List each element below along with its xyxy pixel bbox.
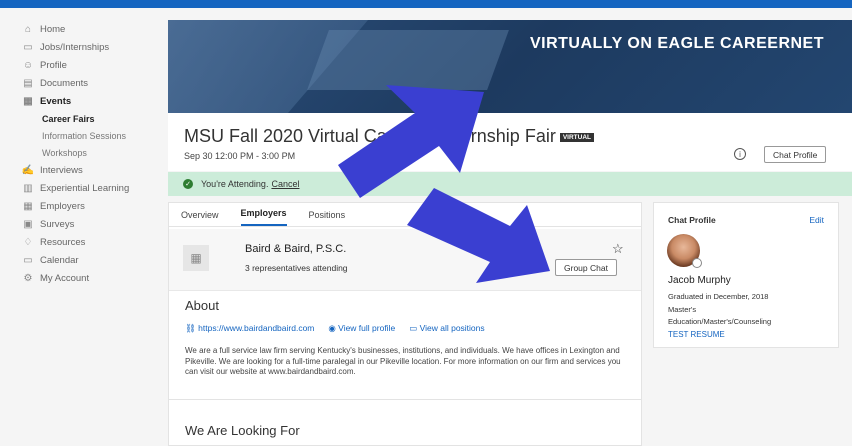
sidebar-item-label: Jobs/Internships: [40, 41, 110, 53]
representatives-count: 3 representatives attending: [245, 263, 348, 273]
gear-icon: ⚙: [23, 272, 33, 284]
sidebar-item-resources[interactable]: ♢ Resources: [0, 233, 168, 251]
banner-title: VIRTUALLY ON EAGLE CAREERNET: [529, 35, 824, 52]
building-icon: ▦: [23, 200, 33, 212]
calendar-icon: ▭: [23, 254, 33, 266]
sidebar-item-surveys[interactable]: ▣ Surveys: [0, 215, 168, 233]
learning-icon: ▥: [23, 182, 33, 194]
sidebar-item-label: Experiential Learning: [40, 182, 130, 194]
attending-text: You're Attending.: [201, 179, 269, 189]
sidebar-item-home[interactable]: ⌂ Home: [0, 20, 168, 38]
sidebar-item-profile[interactable]: ☺ Profile: [0, 56, 168, 74]
banner-decoration: [307, 30, 509, 90]
sidebar-item-documents[interactable]: ▤ Documents: [0, 74, 168, 92]
tab-bar: Overview Employers Positions: [169, 203, 641, 227]
sidebar-item-calendar[interactable]: ▭ Calendar: [0, 251, 168, 269]
sidebar-item-label: My Account: [40, 272, 90, 284]
document-icon: ▤: [23, 77, 33, 89]
calendar-icon: ▦: [23, 95, 33, 107]
handshake-icon: ✍: [21, 164, 35, 176]
sidebar-item-workshops[interactable]: Workshops: [0, 144, 168, 161]
sidebar-item-label: Resources: [40, 236, 86, 248]
employer-card: Overview Employers Positions ▦ Baird & B…: [168, 202, 642, 446]
sidebar-item-events[interactable]: ▦ Events: [0, 92, 168, 110]
employer-name[interactable]: Baird & Baird, P.S.C.: [245, 243, 346, 255]
sidebar-item-my-account[interactable]: ⚙ My Account: [0, 269, 168, 287]
event-banner: VIRTUALLY ON EAGLE CAREERNET: [168, 20, 852, 113]
employer-row: ▦ Baird & Baird, P.S.C. 3 representative…: [169, 229, 641, 291]
attending-banner: ✓ You're Attending. Cancel: [168, 172, 852, 196]
tab-employers[interactable]: Employers: [240, 208, 287, 226]
employer-links: ⛓ https://www.bairdandbaird.com ◉ View f…: [185, 323, 485, 334]
sidebar: ⌂ Home ▭ Jobs/Internships ☺ Profile ▤ Docume…: [0, 20, 168, 287]
graduation-date: Graduated in December, 2018: [668, 292, 769, 301]
person-icon: ☺: [22, 59, 34, 71]
website-link[interactable]: ⛓ https://www.bairdandbaird.com: [185, 323, 314, 334]
sidebar-item-career-fairs[interactable]: Career Fairs: [0, 110, 168, 127]
divider: [169, 399, 641, 400]
top-bar: [0, 0, 852, 8]
pin-icon: ♢: [23, 236, 33, 248]
eye-icon: ◉: [328, 323, 339, 333]
sidebar-item-information-sessions[interactable]: Information Sessions: [0, 127, 168, 144]
sidebar-item-label: Events: [40, 95, 72, 107]
cancel-link[interactable]: Cancel: [271, 179, 299, 189]
briefcase-icon: ▭: [409, 323, 420, 333]
page-title: MSU Fall 2020 Virtual Career & Internshi…: [184, 126, 594, 147]
profile-education: Graduated in December, 2018 Master's Edu…: [668, 291, 771, 329]
virtual-badge: VIRTUAL: [559, 132, 594, 142]
degree: Master's: [668, 304, 697, 314]
sidebar-item-experiential-learning[interactable]: ▥ Experiential Learning: [0, 179, 168, 197]
status-dot: [692, 258, 702, 268]
sidebar-item-label: Employers: [40, 200, 85, 212]
group-chat-button[interactable]: Group Chat: [555, 259, 617, 276]
profile-name: Jacob Murphy: [668, 275, 731, 286]
avatar: [667, 234, 702, 268]
view-profile-link[interactable]: ◉ View full profile: [328, 323, 395, 334]
about-heading: About: [185, 298, 219, 313]
sidebar-item-label: Documents: [40, 77, 89, 89]
chat-profile-title: Chat Profile: [668, 215, 716, 225]
fair-date: Sep 30 12:00 PM - 3:00 PM: [184, 151, 296, 161]
sidebar-item-label: Interviews: [40, 164, 83, 176]
looking-for-heading: We Are Looking For: [185, 423, 300, 438]
fair-header: MSU Fall 2020 Virtual Career & Internshi…: [168, 113, 852, 171]
sidebar-item-interviews[interactable]: ✍ Interviews: [0, 161, 168, 179]
sidebar-item-label: Profile: [40, 59, 67, 71]
sidebar-item-label: Surveys: [40, 218, 75, 230]
resume-link[interactable]: TEST RESUME: [668, 330, 725, 339]
tab-positions[interactable]: Positions: [309, 210, 346, 226]
view-positions-link[interactable]: ▭ View all positions: [409, 323, 484, 334]
tab-overview[interactable]: Overview: [181, 210, 219, 226]
chat-profile-card: Chat Profile Edit Jacob Murphy Graduated…: [653, 202, 839, 348]
sidebar-item-jobs[interactable]: ▭ Jobs/Internships: [0, 38, 168, 56]
sidebar-item-label: Calendar: [40, 254, 79, 266]
employer-description: We are a full service law firm serving K…: [185, 346, 621, 376]
chat-profile-button[interactable]: Chat Profile: [764, 146, 827, 163]
clipboard-icon: ▣: [23, 218, 33, 230]
home-icon: ⌂: [24, 23, 32, 35]
major: Education/Master's/Counseling: [668, 317, 772, 326]
info-icon[interactable]: i: [734, 148, 746, 160]
sidebar-item-label: Home: [40, 23, 66, 35]
edit-link[interactable]: Edit: [809, 215, 824, 225]
building-icon: ▦: [183, 245, 209, 271]
sidebar-item-employers[interactable]: ▦ Employers: [0, 197, 168, 215]
star-icon[interactable]: ☆: [612, 241, 624, 257]
briefcase-icon: ▭: [23, 41, 33, 53]
link-icon: ⛓: [185, 323, 199, 333]
check-icon: ✓: [183, 179, 193, 189]
